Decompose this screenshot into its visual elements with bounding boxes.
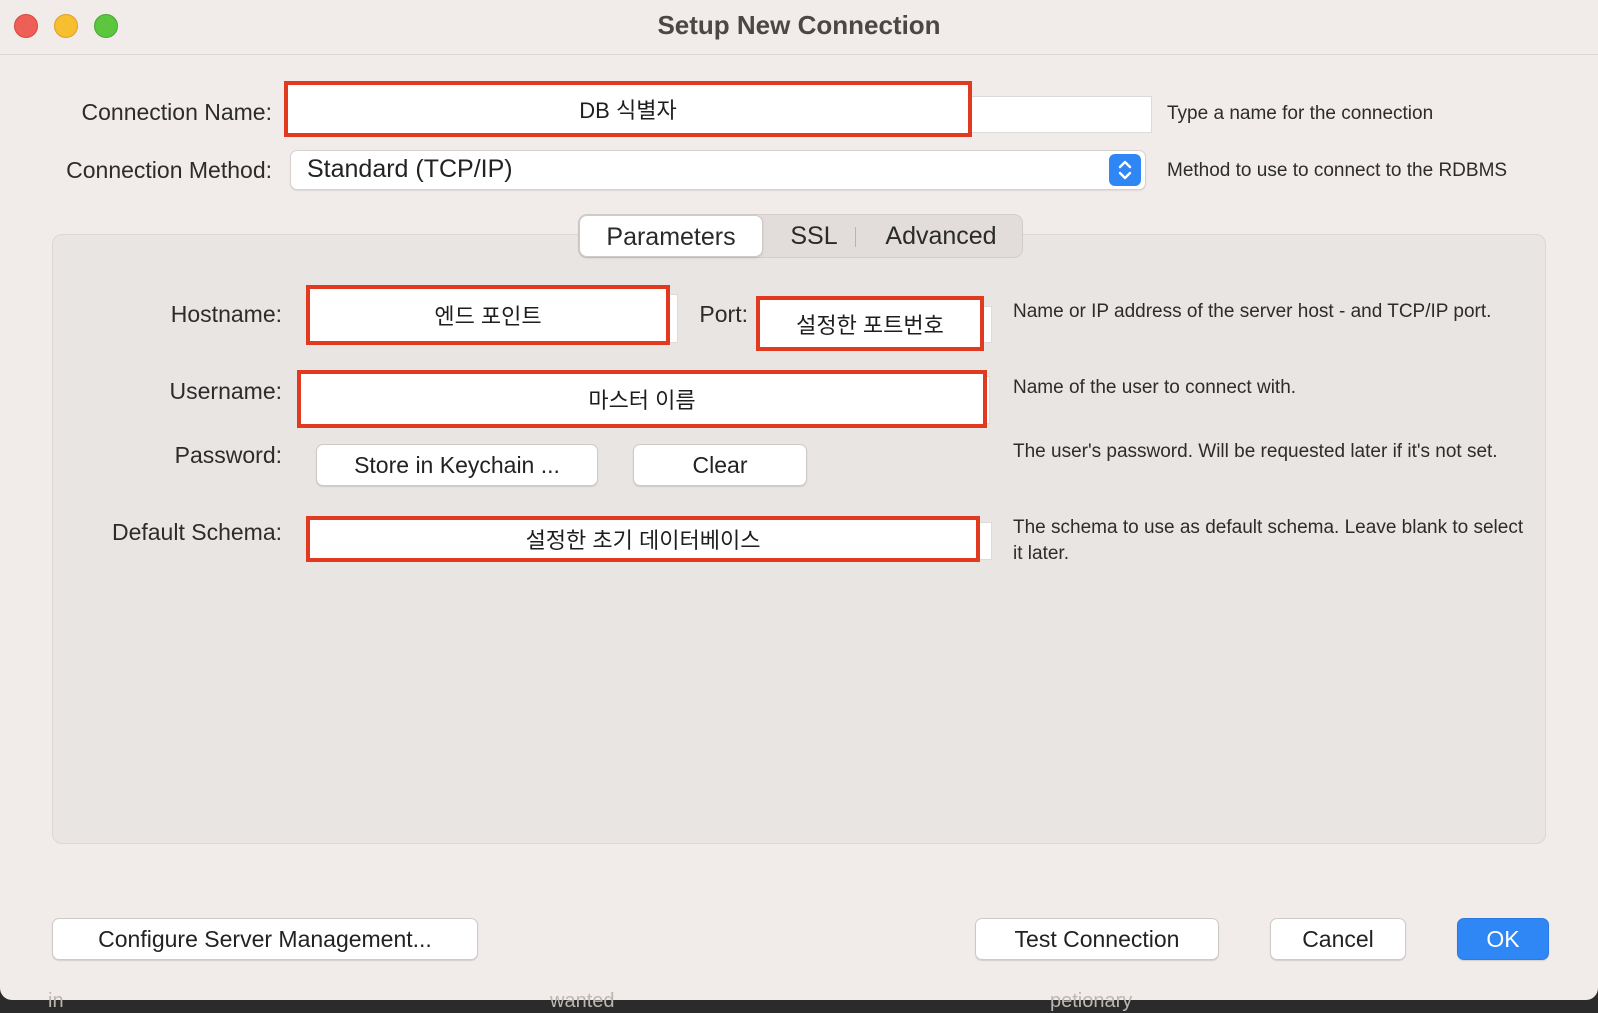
clear-password-button[interactable]: Clear <box>633 444 807 486</box>
port-input[interactable]: 설정한 포트번호 <box>756 296 984 351</box>
tab-ssl[interactable]: SSL <box>767 215 861 257</box>
window-title: Setup New Connection <box>657 10 941 40</box>
tab-advanced[interactable]: Advanced <box>861 215 1021 257</box>
username-label: Username: <box>169 378 282 404</box>
connection-method-select[interactable]: Standard (TCP/IP) <box>290 150 1146 190</box>
backdrop-text-2: wanted <box>550 990 615 1012</box>
username-hint: Name of the user to connect with. <box>1013 377 1297 398</box>
default-schema-input[interactable]: 설정한 초기 데이터베이스 <box>306 516 980 562</box>
hostname-label: Hostname: <box>170 301 282 327</box>
password-hint: The user's password. Will be requested l… <box>1013 441 1498 462</box>
tab-parameters[interactable]: Parameters <box>579 215 763 257</box>
configure-server-management-button[interactable]: Configure Server Management... <box>52 918 478 960</box>
hostname-input[interactable]: 엔드 포인트 <box>306 285 670 345</box>
tab-bar: Parameters SSL Advanced <box>578 214 1023 258</box>
backdrop-text-1: in <box>48 990 64 1012</box>
setup-connection-dialog: Setup New Connection Connection Name: DB… <box>0 0 1598 1000</box>
ok-button[interactable]: OK <box>1457 918 1549 960</box>
username-input[interactable]: 마스터 이름 <box>297 370 987 428</box>
connection-name-hint: Type a name for the connection <box>1167 103 1434 124</box>
connection-name-label: Connection Name: <box>81 99 273 125</box>
default-schema-hint: The schema to use as default schema. Lea… <box>1013 517 1524 564</box>
store-in-keychain-button[interactable]: Store in Keychain ... <box>316 444 598 486</box>
test-connection-button[interactable]: Test Connection <box>975 918 1219 960</box>
up-down-chevron-icon <box>1118 160 1132 180</box>
connection-name-input[interactable]: DB 식별자 <box>284 81 972 137</box>
hostname-port-hint: Name or IP address of the server host - … <box>1013 301 1492 322</box>
port-label: Port: <box>699 301 748 327</box>
connection-method-hint: Method to use to connect to the RDBMS <box>1167 160 1508 181</box>
connection-method-value: Standard (TCP/IP) <box>307 155 513 183</box>
backdrop-text-3: petionary <box>1050 990 1133 1012</box>
default-schema-label: Default Schema: <box>111 519 282 545</box>
cancel-button[interactable]: Cancel <box>1270 918 1406 960</box>
title-bar: Setup New Connection <box>0 0 1598 55</box>
password-label: Password: <box>174 442 282 468</box>
select-chevron-icon <box>1109 154 1141 186</box>
tab-separator <box>855 227 856 247</box>
connection-method-label: Connection Method: <box>66 157 272 183</box>
